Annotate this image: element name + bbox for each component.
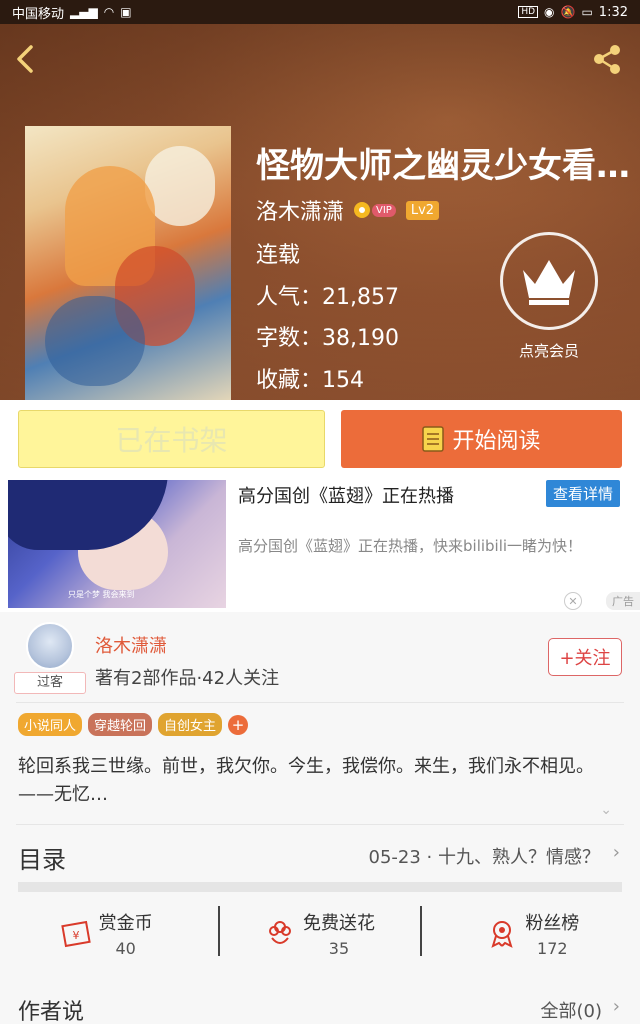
section-separator xyxy=(18,882,622,892)
send-flower-button[interactable]: 免费送花 35 xyxy=(213,900,426,966)
coin-envelope-icon: ¥ xyxy=(60,920,91,948)
vip-member-button[interactable] xyxy=(500,232,598,330)
start-reading-button[interactable]: 开始阅读 xyxy=(341,410,622,468)
status-bar: 中国移动 ▂▄▆ ◠ ▣ HD ◉ 🔕 ▭ 1:32 xyxy=(0,0,640,24)
favorites-count: 收藏：154 xyxy=(256,368,364,393)
medal-icon xyxy=(491,921,513,948)
vip-eye-icon xyxy=(354,202,371,218)
toc-label: 目录 xyxy=(18,846,66,874)
author-says-all[interactable]: 全部(0) xyxy=(541,997,603,1023)
crown-icon xyxy=(523,260,575,305)
wifi-icon: ◠ xyxy=(103,5,115,19)
divider xyxy=(16,824,624,825)
divider xyxy=(16,702,624,703)
book-intro[interactable]: 轮回系我三世缘。前世，我欠你。今生，我偿你。来生，我们永不相见。——无忆… xyxy=(18,753,624,809)
signal-icon: ▂▄▆ xyxy=(70,5,98,19)
reward-coins-count: 40 xyxy=(115,938,136,958)
ad-image[interactable]: 只是个梦 我会来到 xyxy=(8,480,226,608)
level-badge: Lv2 xyxy=(405,200,440,220)
fan-ranking-button[interactable]: 粉丝榜 172 xyxy=(427,900,640,966)
carrier-label: 中国移动 xyxy=(12,6,65,22)
fan-ranking-label: 粉丝榜 xyxy=(525,912,580,934)
author-name[interactable]: 洛木潇潇 xyxy=(256,194,344,226)
tag-list: 小说同人 穿越轮回 自创女主 + xyxy=(18,713,249,736)
on-shelf-button[interactable]: 已在书架 xyxy=(18,410,325,468)
chevron-right-icon: › xyxy=(612,996,620,1017)
fan-ranking-count: 172 xyxy=(537,938,568,958)
ad-banner[interactable]: 只是个梦 我会来到 高分国创《蓝翅》正在热播 查看详情 高分国创《蓝翅》正在热播… xyxy=(8,478,640,612)
book-cover-image[interactable] xyxy=(25,126,231,400)
start-reading-label: 开始阅读 xyxy=(452,429,541,454)
author-card: 过客 洛木潇潇 著有2部作品·42人关注 +关注 xyxy=(0,612,640,704)
serial-status: 连载 xyxy=(256,243,301,268)
tag-item[interactable]: 小说同人 xyxy=(18,713,83,736)
author-says-label: 作者说 xyxy=(18,1000,85,1024)
share-icon xyxy=(594,45,620,74)
send-flower-label: 免费送花 xyxy=(302,912,375,934)
book-title: 怪物大师之幽灵少女看… xyxy=(256,146,630,186)
avatar-level-tag: 过客 xyxy=(14,672,86,694)
share-button[interactable] xyxy=(590,42,624,76)
time-label: 1:32 xyxy=(598,4,628,20)
mute-icon: 🔕 xyxy=(560,5,576,19)
author-card-stats: 著有2部作品·42人关注 xyxy=(95,668,280,689)
ad-image-caption: 只是个梦 我会来到 xyxy=(68,590,135,599)
tag-item[interactable]: 穿越轮回 xyxy=(88,713,153,736)
author-row: 洛木潇潇 VIP Lv2 xyxy=(256,194,440,226)
avatar[interactable] xyxy=(26,622,74,670)
author-says-row[interactable]: 作者说 全部(0) › xyxy=(0,984,640,1024)
svg-text:¥: ¥ xyxy=(72,929,79,942)
add-tag-button[interactable]: + xyxy=(228,714,249,735)
table-of-contents-row[interactable]: 目录 05-23 · 十九、熟人？情感？ › xyxy=(0,826,640,884)
reward-coins-button[interactable]: ¥ 赏金币 40 xyxy=(0,900,213,966)
send-flower-count: 35 xyxy=(328,938,350,958)
back-button[interactable] xyxy=(10,42,40,76)
reward-coins-label: 赏金币 xyxy=(98,912,153,934)
ad-close-icon[interactable]: ✕ xyxy=(564,592,582,610)
tag-item[interactable]: 自创女主 xyxy=(158,713,223,736)
support-actions: ¥ 赏金币 40 免费送花 35 粉丝榜 172 xyxy=(0,900,640,966)
vip-badge: VIP xyxy=(354,202,396,218)
ad-description: 高分国创《蓝翅》正在热播，快来bilibili一睹为快！ xyxy=(238,537,583,555)
word-count: 字数：38,190 xyxy=(256,326,399,351)
action-divider xyxy=(218,906,220,956)
latest-chapter[interactable]: 05-23 · 十九、熟人？情感？ xyxy=(369,843,600,869)
ad-detail-button[interactable]: 查看详情 xyxy=(545,480,620,507)
hd-icon: HD xyxy=(518,6,539,18)
chevron-down-icon[interactable]: ⌄ xyxy=(600,802,612,818)
battery-icon: ▭ xyxy=(581,5,593,19)
popularity-count: 人气：21,857 xyxy=(256,285,399,310)
chevron-right-icon: › xyxy=(612,842,620,863)
flower-icon xyxy=(268,921,291,944)
follow-button[interactable]: +关注 xyxy=(548,638,622,676)
book-icon xyxy=(422,426,445,452)
eye-icon: ◉ xyxy=(544,5,555,19)
vip-member-label[interactable]: 点亮会员 xyxy=(500,340,598,361)
chevron-left-icon xyxy=(17,45,33,73)
action-divider xyxy=(420,906,422,956)
author-card-name[interactable]: 洛木潇潇 xyxy=(95,632,167,658)
app-notification-icon: ▣ xyxy=(120,5,132,19)
ad-title[interactable]: 高分国创《蓝翅》正在热播 xyxy=(238,482,454,508)
ad-tag: 广告 xyxy=(606,592,640,610)
